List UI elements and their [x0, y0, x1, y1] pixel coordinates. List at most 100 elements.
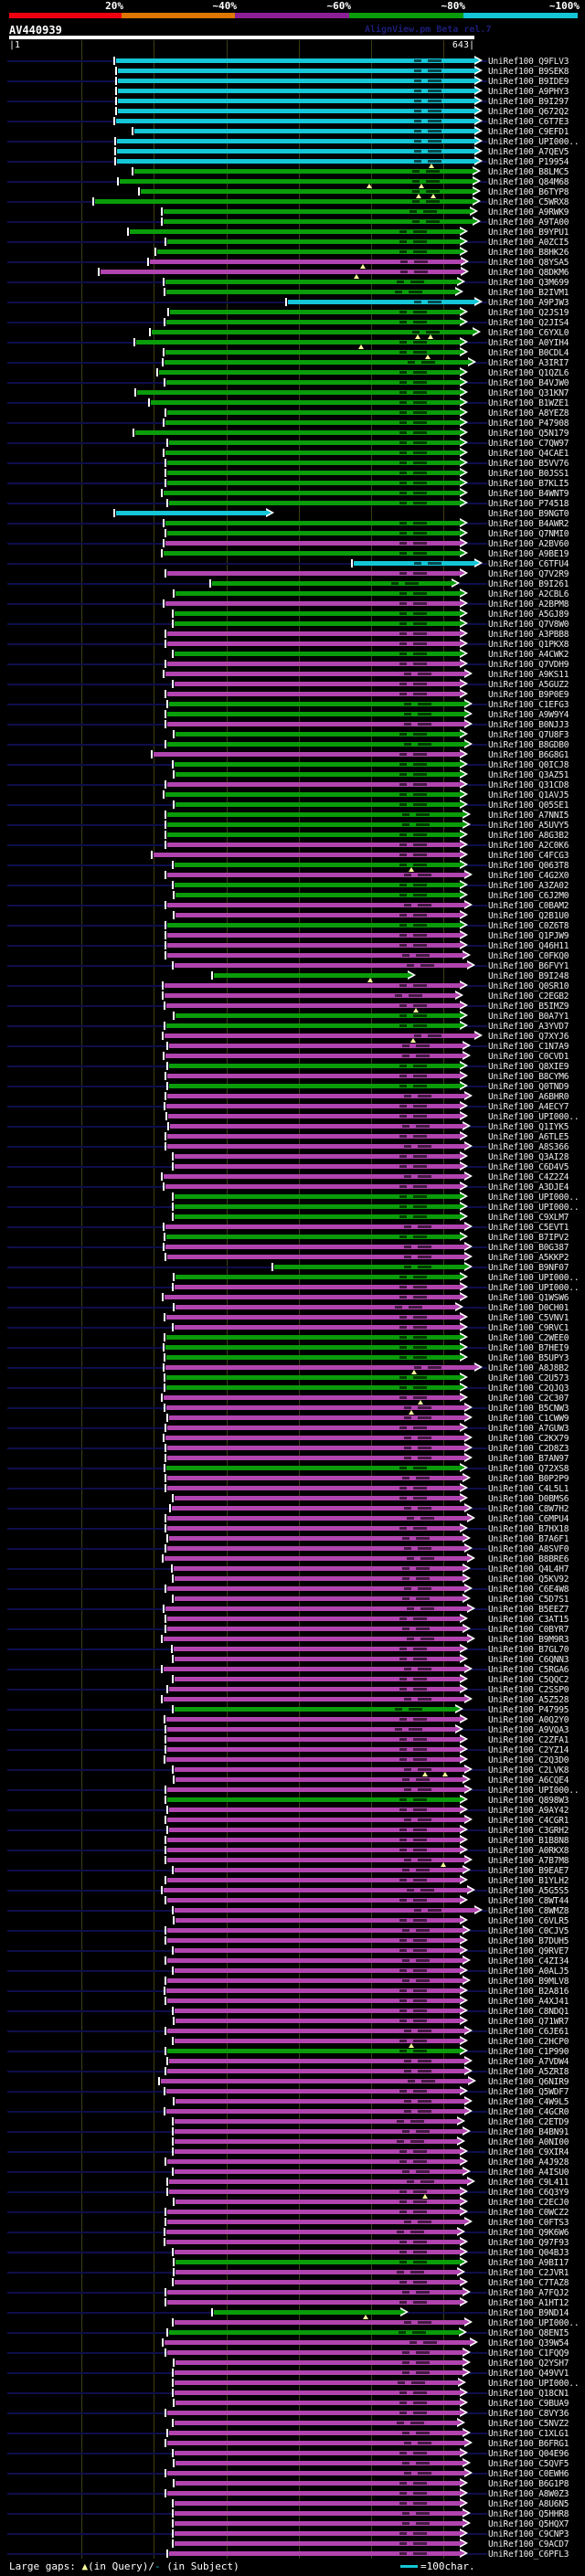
hit-bar[interactable] — [167, 1858, 464, 1862]
hit-bar[interactable] — [175, 2280, 460, 2284]
hit-bar[interactable] — [166, 1355, 460, 1360]
hit-bar[interactable] — [175, 2139, 457, 2144]
hit-bar[interactable] — [167, 1928, 463, 1933]
hit-bar[interactable] — [166, 1335, 460, 1340]
hit-bar[interactable] — [166, 1717, 460, 1722]
hit-bar[interactable] — [165, 672, 464, 676]
hit-bar[interactable] — [172, 1506, 464, 1511]
hit-bar[interactable] — [154, 752, 460, 757]
hit-bar[interactable] — [167, 1737, 460, 1742]
hit-bar[interactable] — [167, 1787, 464, 1792]
hit-bar[interactable] — [175, 2129, 463, 2134]
hit-bar[interactable] — [176, 772, 460, 777]
hit-bar[interactable] — [167, 531, 460, 535]
hit-bar[interactable] — [167, 471, 460, 475]
hit-bar[interactable] — [135, 430, 460, 435]
hit-bar[interactable] — [167, 1938, 460, 1943]
hit-bar[interactable] — [169, 2330, 459, 2335]
hit-bar[interactable] — [175, 2039, 460, 2043]
hit-bar[interactable] — [175, 2169, 463, 2174]
hit-bar[interactable] — [167, 2350, 463, 2355]
hit-bar[interactable] — [167, 692, 460, 696]
hit-bar[interactable] — [118, 79, 474, 83]
hit-bar[interactable] — [167, 1958, 463, 1963]
hit-bar[interactable] — [176, 2481, 460, 2486]
hit-bar[interactable] — [165, 350, 460, 355]
hit-bar[interactable] — [175, 2521, 463, 2526]
hit-bar[interactable] — [154, 853, 460, 857]
hit-bar[interactable] — [175, 1285, 460, 1289]
hit-bar[interactable] — [166, 2109, 464, 2114]
hit-bar[interactable] — [167, 2300, 460, 2305]
hit-bar[interactable] — [166, 2230, 457, 2234]
hit-bar[interactable] — [175, 2501, 460, 2506]
hit-bar[interactable] — [167, 1747, 460, 1752]
hit-bar[interactable] — [175, 682, 460, 686]
hit-bar[interactable] — [164, 1667, 464, 1671]
hit-bar[interactable] — [165, 1365, 474, 1370]
hit-bar[interactable] — [167, 943, 460, 948]
hit-bar[interactable] — [165, 1556, 467, 1561]
hit-bar[interactable] — [167, 832, 460, 837]
hit-bar[interactable] — [167, 1878, 460, 1882]
hit-bar[interactable] — [175, 2541, 460, 2546]
hit-bar[interactable] — [175, 2149, 460, 2154]
hit-bar[interactable] — [169, 2551, 460, 2556]
hit-bar[interactable] — [176, 1918, 460, 1923]
hit-bar[interactable] — [167, 712, 464, 716]
hit-bar[interactable] — [118, 69, 474, 73]
hit-bar[interactable] — [175, 1968, 460, 1973]
hit-bar[interactable] — [164, 219, 473, 224]
hit-bar[interactable] — [169, 1044, 463, 1048]
hit-bar[interactable] — [167, 1627, 463, 1631]
hit-bar[interactable] — [167, 1526, 460, 1531]
hit-bar[interactable] — [175, 2370, 463, 2375]
hit-bar[interactable] — [118, 99, 474, 103]
hit-bar[interactable] — [166, 1405, 464, 1410]
hit-bar[interactable] — [134, 129, 474, 133]
hit-bar[interactable] — [175, 1868, 463, 1872]
hit-bar[interactable] — [167, 662, 460, 666]
hit-bar[interactable] — [167, 1516, 467, 1521]
hit-bar[interactable] — [167, 1546, 464, 1551]
hit-bar[interactable] — [167, 1727, 455, 1732]
hit-bar[interactable] — [175, 1496, 460, 1500]
hit-bar[interactable] — [167, 722, 464, 726]
hit-bar[interactable] — [165, 1436, 464, 1440]
hit-bar[interactable] — [165, 1034, 474, 1038]
hit-bar[interactable] — [167, 822, 463, 827]
hit-bar[interactable] — [167, 873, 464, 877]
hit-bar[interactable] — [164, 1697, 464, 1701]
hit-bar[interactable] — [141, 189, 473, 194]
hit-bar[interactable] — [165, 1606, 467, 1611]
hit-bar[interactable] — [212, 581, 452, 586]
hit-bar[interactable] — [117, 149, 474, 154]
hit-bar[interactable] — [167, 1838, 460, 1842]
hit-bar[interactable] — [175, 1908, 474, 1913]
hit-bar[interactable] — [118, 89, 474, 93]
hit-bar[interactable] — [167, 1446, 464, 1450]
hit-bar[interactable] — [167, 1586, 464, 1591]
hit-bar[interactable] — [166, 1385, 460, 1390]
hit-bar[interactable] — [167, 1848, 460, 1852]
hit-bar[interactable] — [167, 481, 460, 485]
hit-bar[interactable] — [175, 2009, 460, 2013]
hit-bar[interactable] — [169, 440, 460, 445]
hit-bar[interactable] — [167, 1255, 464, 1259]
hit-bar[interactable] — [176, 802, 460, 807]
hit-bar[interactable] — [167, 461, 460, 465]
hit-bar[interactable] — [176, 2270, 457, 2274]
hit-bar[interactable] — [165, 1184, 460, 1189]
hit-bar[interactable] — [167, 2411, 460, 2415]
hit-bar[interactable] — [166, 2240, 460, 2244]
hit-bar[interactable] — [167, 641, 460, 646]
hit-bar[interactable] — [165, 983, 460, 988]
hit-bar[interactable] — [175, 2531, 460, 2536]
hit-bar[interactable] — [165, 451, 460, 455]
hit-bar[interactable] — [175, 1154, 460, 1159]
hit-bar[interactable] — [118, 109, 474, 113]
hit-bar[interactable] — [167, 2290, 463, 2295]
hit-bar[interactable] — [176, 1013, 460, 1018]
hit-bar[interactable] — [166, 1315, 460, 1320]
hit-bar[interactable] — [167, 1094, 464, 1098]
